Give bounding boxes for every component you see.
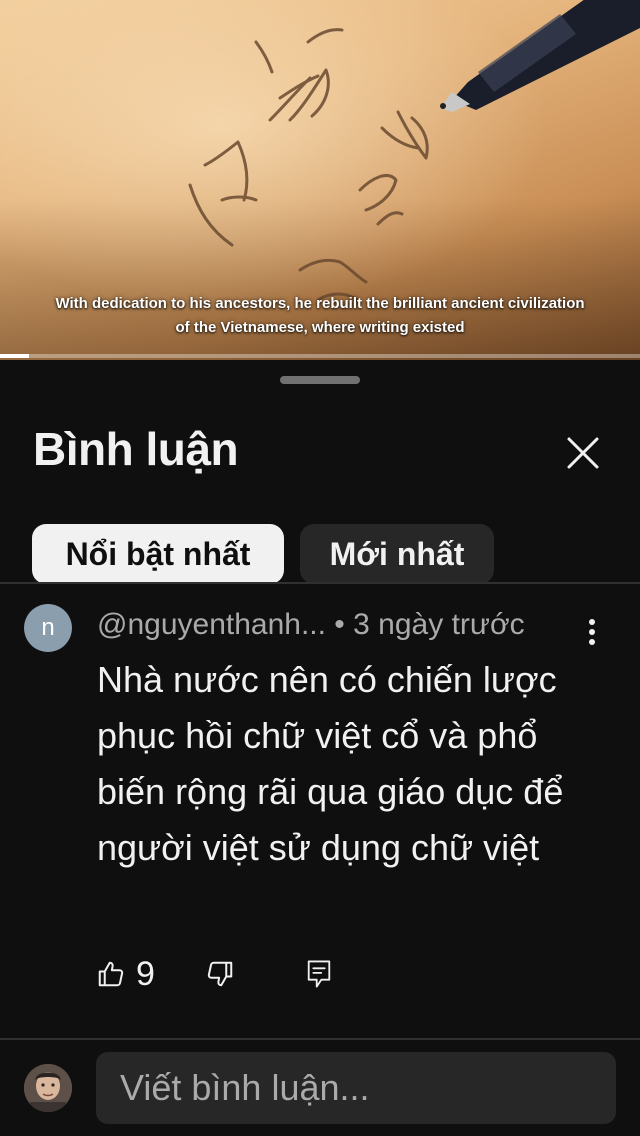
sheet-drag-handle[interactable]: [280, 376, 360, 384]
chips-divider: [0, 582, 640, 584]
comment-more-button[interactable]: [578, 614, 606, 650]
comment-actions: 9: [96, 952, 333, 996]
comment-meta: @nguyenthanh... • 3 ngày trước: [97, 608, 525, 642]
user-avatar-photo: [24, 1064, 72, 1112]
comments-title: Bình luận: [33, 423, 239, 475]
thumbs-down-icon: [207, 961, 233, 987]
more-vertical-icon: [589, 619, 595, 645]
comment-time: 3 ngày trước: [353, 608, 525, 641]
subtitle-line-1: With dedication to his ancestors, he reb…: [55, 295, 585, 312]
video-progress-bar[interactable]: [0, 354, 640, 358]
comment-sort-chips: Nổi bật nhất Mới nhất: [32, 524, 494, 584]
commenter-avatar[interactable]: n: [24, 604, 72, 652]
meta-separator: •: [325, 608, 354, 641]
chip-top-comments[interactable]: Nổi bật nhất: [32, 524, 284, 584]
close-button[interactable]: [560, 430, 606, 476]
reply-button[interactable]: [305, 958, 333, 990]
video-progress-fill: [0, 354, 29, 358]
user-avatar[interactable]: [24, 1064, 72, 1112]
dislike-button[interactable]: [205, 959, 235, 989]
comments-sheet: Bình luận Nổi bật nhất Mới nhất n @nguye…: [0, 360, 640, 1136]
comment-text: Nhà nước nên có chiến lược phục hồi chữ …: [97, 659, 564, 868]
pen-shape: [440, 0, 640, 112]
comment-author[interactable]: @nguyenthanh...: [97, 608, 326, 641]
video-subtitle: With dedication to his ancestors, he reb…: [20, 292, 620, 340]
comment-input[interactable]: [96, 1052, 616, 1124]
close-icon: [567, 437, 599, 469]
like-button[interactable]: 9: [96, 955, 155, 994]
input-divider: [0, 1038, 640, 1040]
subtitle-line-2: of the Vietnamese, where writing existed: [175, 319, 465, 336]
thumbs-up-icon: [98, 961, 124, 987]
like-count: 9: [136, 954, 155, 993]
reply-comment-icon: [307, 960, 331, 988]
video-player[interactable]: With dedication to his ancestors, he reb…: [0, 0, 640, 360]
chip-newest[interactable]: Mới nhất: [300, 524, 494, 584]
